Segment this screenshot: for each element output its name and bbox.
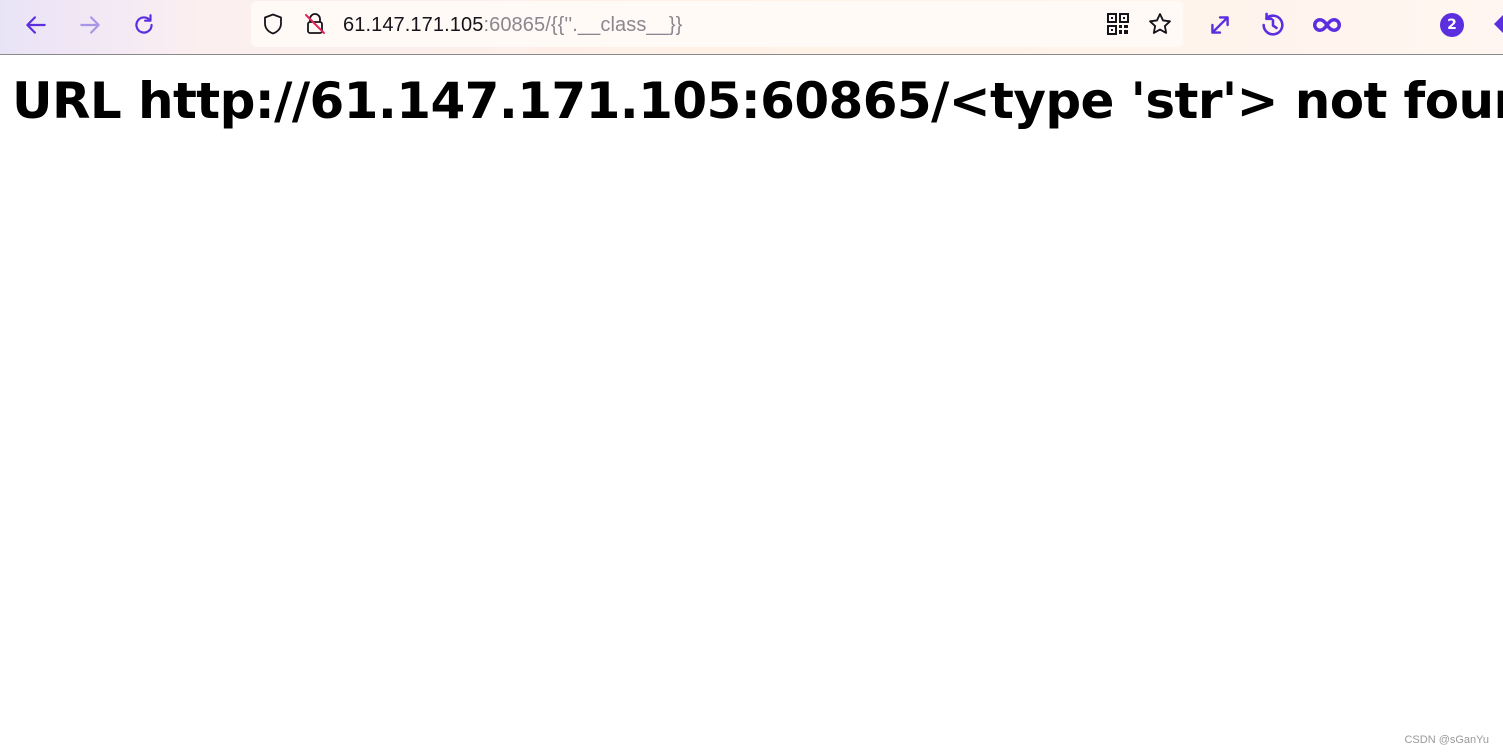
private-browsing-button[interactable]: [1310, 8, 1344, 42]
browser-toolbar: 61.147.171.105:60865/{{''.__class__}} 2: [0, 0, 1503, 55]
resize-button[interactable]: [1203, 8, 1237, 42]
url-bar[interactable]: 61.147.171.105:60865/{{''.__class__}}: [251, 1, 1183, 47]
url-path: :60865/{{''.__class__}}: [483, 14, 683, 36]
insecure-lock-icon[interactable]: [302, 11, 328, 37]
url-text[interactable]: 61.147.171.105:60865/{{''.__class__}}: [343, 13, 682, 37]
resize-arrows-icon: [1211, 16, 1229, 34]
forward-button[interactable]: [71, 8, 109, 42]
extensions-button[interactable]: 2: [1435, 8, 1469, 42]
forward-arrow-icon: [80, 16, 100, 34]
history-button[interactable]: [1256, 8, 1290, 42]
url-host: 61.147.171.105: [343, 14, 484, 36]
sidebar-arrow-icon: [1494, 15, 1503, 33]
infinity-icon: [1313, 17, 1341, 33]
back-arrow-icon: [26, 16, 46, 34]
extension-badge: 2: [1440, 13, 1464, 37]
qr-code-icon[interactable]: [1105, 11, 1131, 37]
history-icon: [1262, 12, 1284, 36]
reload-button[interactable]: [125, 8, 163, 42]
back-button[interactable]: [17, 8, 55, 42]
watermark: CSDN @sGanYu: [1404, 734, 1489, 746]
reload-icon: [135, 14, 153, 34]
sidebar-toggle[interactable]: [1491, 12, 1503, 36]
shield-icon[interactable]: [260, 11, 286, 37]
star-icon[interactable]: [1147, 11, 1173, 37]
page-title: URL http://61.147.171.105:60865/<type 's…: [12, 72, 1503, 130]
